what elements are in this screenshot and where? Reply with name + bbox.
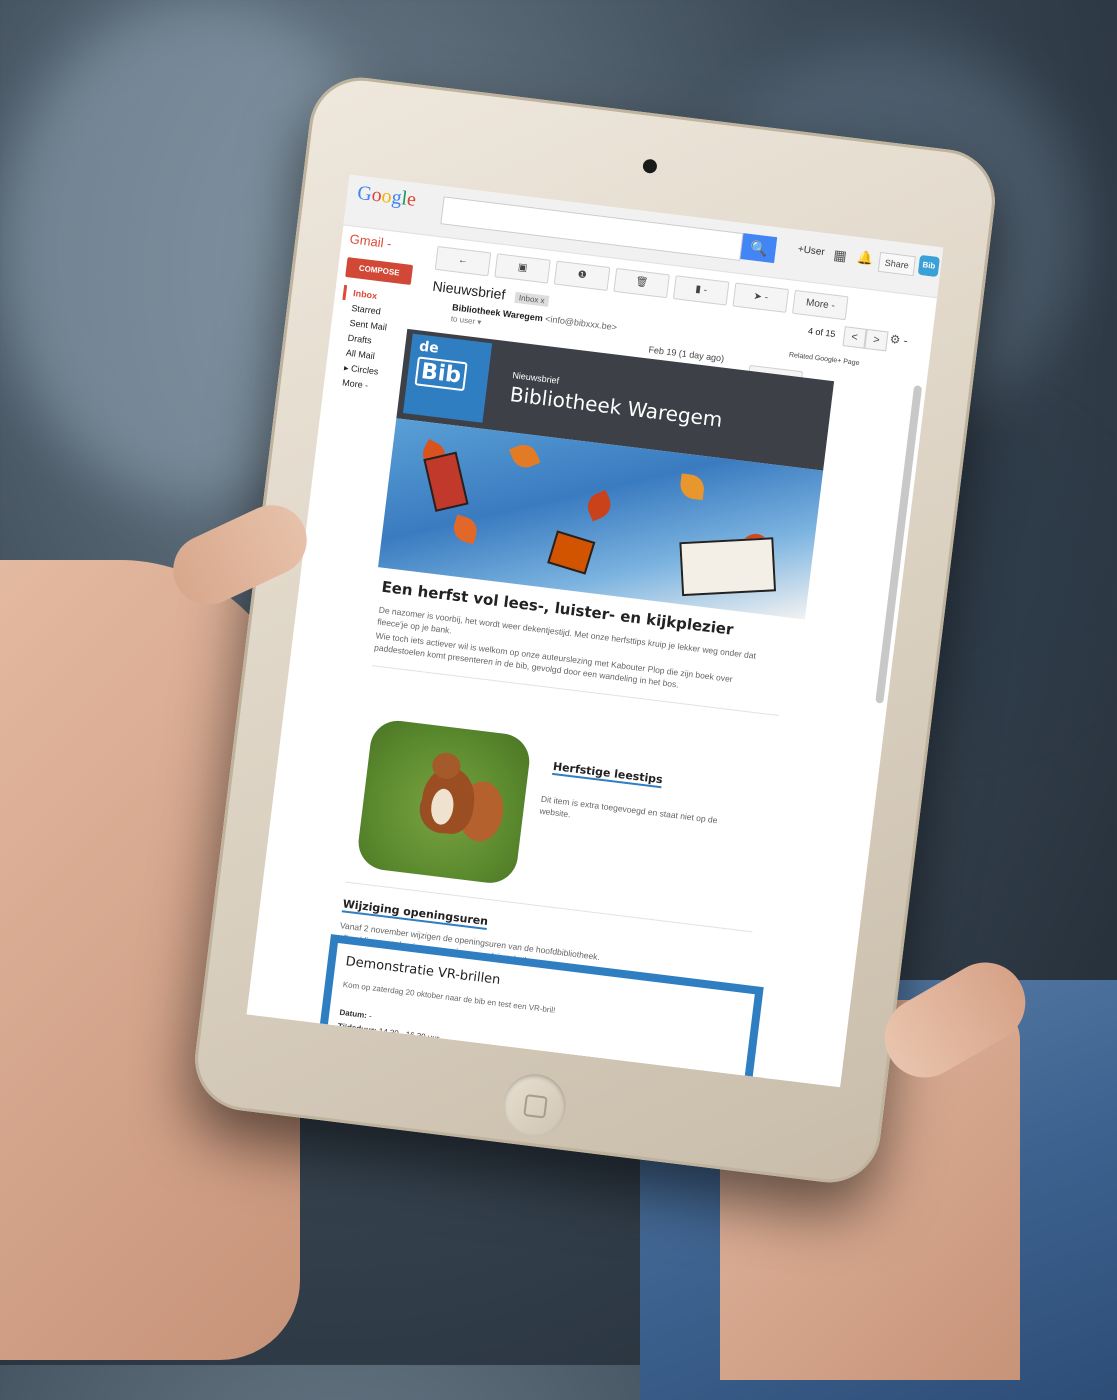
pager-next-button[interactable]: > xyxy=(864,328,889,352)
pager-count: 4 of 15 xyxy=(807,325,836,340)
user-link[interactable]: +User xyxy=(797,244,825,258)
label-button[interactable]: ➤ - xyxy=(732,282,789,313)
gmail-label[interactable]: Gmail - xyxy=(349,231,392,251)
avatar[interactable]: Bib xyxy=(917,254,940,278)
demo-text: Kom op zaterdag 20 oktober naar de bib e… xyxy=(342,979,556,1015)
delete-button[interactable]: 🗑 xyxy=(613,267,670,299)
compose-button[interactable]: COMPOSE xyxy=(345,257,414,285)
article2-text: Dit item is extra toegevoegd en staat ni… xyxy=(538,793,718,826)
google-logo[interactable]: Google xyxy=(356,182,417,212)
bib-logo: de Bib xyxy=(403,333,493,423)
newsletter: de Bib Nieuwsbrief Bibliotheek Waregem E… xyxy=(304,328,835,1088)
more-button[interactable]: More - xyxy=(792,289,849,321)
sender-email: <info@bibxxx.be> xyxy=(544,313,618,333)
subject-text: Nieuwsbrief xyxy=(431,277,507,303)
back-button[interactable]: ← xyxy=(434,245,492,277)
apps-icon[interactable]: ▦ xyxy=(832,246,848,264)
squirrel-image xyxy=(355,717,533,887)
email-subject: Nieuwsbrief Inbox x xyxy=(432,278,550,308)
article2-heading[interactable]: Herfstige leestips xyxy=(552,759,664,789)
share-button[interactable]: Share xyxy=(877,251,916,277)
datum-label: Datum: xyxy=(338,1007,368,1021)
gear-icon[interactable]: ⚙ - xyxy=(889,332,909,348)
logo-de: de xyxy=(418,338,440,357)
related-page-link[interactable]: Related Google+ Page xyxy=(789,352,860,368)
newsletter-title: Bibliotheek Waregem xyxy=(508,381,724,432)
bell-icon[interactable]: 🔔 xyxy=(856,249,875,267)
datum-value: - xyxy=(368,1011,373,1021)
archive-button[interactable]: ▣ xyxy=(494,253,551,284)
recipient[interactable]: to user ▾ xyxy=(450,314,482,327)
move-button[interactable]: ▮ - xyxy=(672,275,730,306)
demo-datum: Datum: - xyxy=(339,1008,372,1021)
search-button[interactable]: 🔍 xyxy=(740,233,778,264)
inbox-tag[interactable]: Inbox x xyxy=(514,291,550,307)
pager-prev-button[interactable]: < xyxy=(842,326,867,349)
screen: Google 🔍 +User ▦ 🔔 Share Bib Gmail - COM… xyxy=(246,174,944,1088)
spam-button[interactable]: ❶ xyxy=(553,260,611,291)
logo-bib: Bib xyxy=(414,356,468,392)
tablet: Google 🔍 +User ▦ 🔔 Share Bib Gmail - COM… xyxy=(189,71,1001,1189)
